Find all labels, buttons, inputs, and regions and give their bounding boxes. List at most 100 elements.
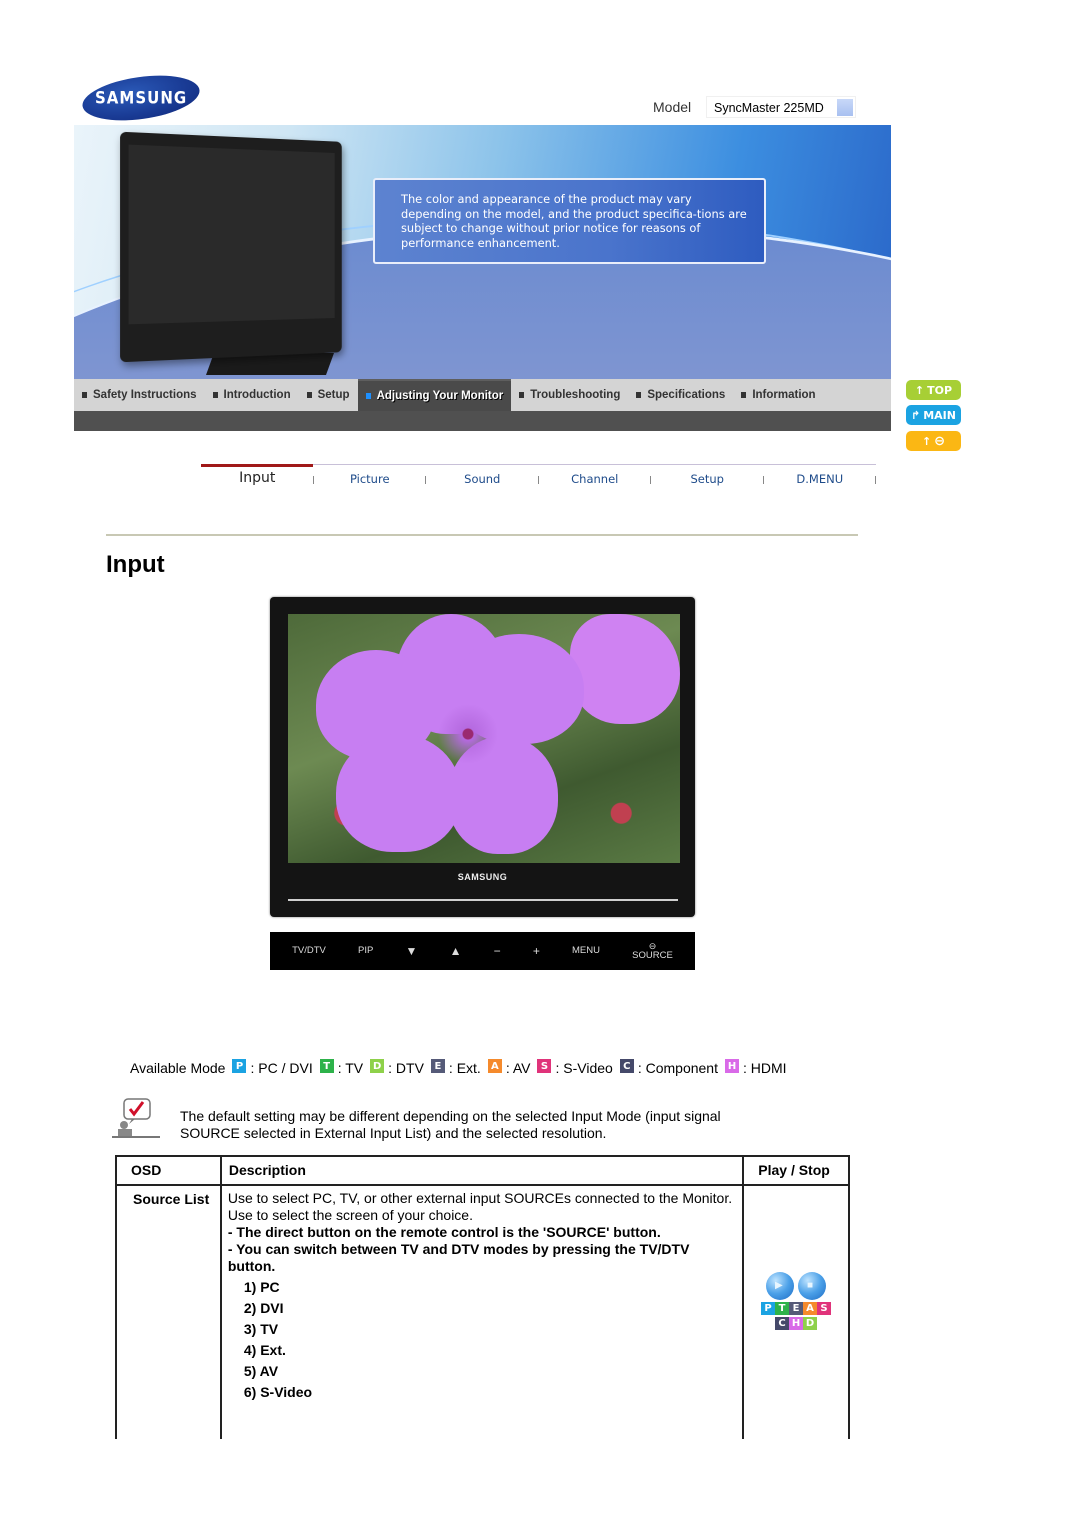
mode-label: : Ext. <box>448 1060 481 1076</box>
mode-label: : TV <box>337 1060 364 1076</box>
nav-item-adjusting-your-monitor[interactable]: Adjusting Your Monitor <box>357 379 512 411</box>
control-tvdtv-button: TV/DTV <box>292 945 326 956</box>
bullet-icon <box>212 392 218 398</box>
description-line: Use to select the screen of your choice. <box>227 1207 473 1223</box>
source-list: 1) PC 2) DVI 3) TV 4) Ext. 5) AV 6) S-Video <box>228 1277 736 1403</box>
source-list-item: 3) TV <box>243 1321 279 1337</box>
note-text: The default setting may be different dep… <box>180 1108 721 1141</box>
mode-s-icon: S <box>817 1302 832 1315</box>
tab-channel[interactable]: Channel <box>539 465 652 494</box>
mode-label: : DTV <box>388 1060 424 1076</box>
mode-t-icon: T <box>775 1302 790 1315</box>
model-swatch-icon <box>837 99 853 116</box>
mode-c-icon: C <box>619 1059 634 1073</box>
nav-item-label: Safety Instructions <box>93 389 197 401</box>
play-button[interactable]: ▶ <box>766 1272 795 1300</box>
source-list-item: 1) PC <box>243 1279 280 1295</box>
table-header-row: OSD Description Play / Stop <box>115 1155 850 1186</box>
product-notice: The color and appearance of the product … <box>373 178 766 264</box>
mode-t-icon: T <box>319 1059 334 1073</box>
stop-icon: ■ <box>807 1280 814 1291</box>
mode-s-icon: S <box>537 1059 552 1073</box>
mode-h-icon: H <box>725 1059 739 1073</box>
osd-name: Source List <box>115 1185 222 1439</box>
nav-item-label: Troubleshooting <box>530 389 621 401</box>
nav-item-safety-instructions[interactable]: Safety Instructions <box>74 379 205 411</box>
available-mode-label: Available Mode <box>130 1060 226 1076</box>
mode-d-icon: D <box>370 1059 385 1073</box>
stop-button[interactable]: ■ <box>798 1272 827 1300</box>
model-value: SyncMaster 225MD <box>706 96 856 118</box>
mode-label: : Component <box>637 1060 718 1076</box>
control-menu-button: MENU <box>572 945 600 956</box>
nav-item-introduction[interactable]: Introduction <box>205 379 299 411</box>
header-play-stop: Play / Stop <box>742 1155 850 1186</box>
table-row: Source List Use to select PC, TV, or oth… <box>115 1185 850 1439</box>
control-plus-button: + <box>532 944 540 958</box>
bullet-icon <box>519 392 525 398</box>
bullet-icon <box>82 392 87 398</box>
mode-a-icon: A <box>803 1302 818 1315</box>
arrow-up-icon: ↑ <box>914 383 925 397</box>
source-list-item: 2) DVI <box>243 1300 284 1316</box>
source-list-item: 4) Ext. <box>243 1342 286 1358</box>
nav-item-specifications[interactable]: Specifications <box>628 379 733 411</box>
mode-e-icon: E <box>789 1302 804 1315</box>
mode-letters-row: PTEAS <box>760 1302 832 1315</box>
mode-letters-row: CHD <box>760 1317 832 1330</box>
mode-label: : S-Video <box>555 1060 613 1076</box>
nav-subbar <box>74 411 891 431</box>
nav-item-information[interactable]: Information <box>733 379 823 411</box>
description-note: - You can switch between TV and DTV mode… <box>227 1241 690 1274</box>
main-nav: Safety Instructions Introduction Setup Adju… <box>74 379 891 411</box>
divider <box>106 534 858 536</box>
nav-item-setup[interactable]: Setup <box>299 379 358 411</box>
mode-p-icon: P <box>761 1302 776 1315</box>
mode-e-icon: E <box>430 1059 445 1073</box>
top-button[interactable]: ↑ TOP <box>906 380 961 400</box>
tab-input[interactable]: Input <box>201 465 314 494</box>
nav-item-label: Specifications <box>647 389 726 401</box>
page-title: Input <box>106 551 165 578</box>
control-up-button: ▲ <box>449 944 462 958</box>
play-stop-controls: ▶ ■ PTEAS CHD <box>760 1272 832 1330</box>
mode-h-icon: H <box>789 1317 804 1330</box>
flower-image <box>288 614 680 863</box>
mode-label: : PC / DVI <box>250 1060 313 1076</box>
nav-item-label: Setup <box>317 389 350 401</box>
nav-item-label: Adjusting Your Monitor <box>376 390 504 402</box>
tab-setup[interactable]: Setup <box>651 465 764 494</box>
monitor-brand: SAMSUNG <box>457 872 508 882</box>
source-list-item: 5) AV <box>243 1363 279 1379</box>
monitor-photo: SAMSUNG <box>270 597 695 917</box>
tab-sound[interactable]: Sound <box>426 465 539 494</box>
back-button[interactable]: ↑ ⊖ <box>906 431 961 451</box>
bullet-icon <box>636 392 642 398</box>
mode-d-icon: D <box>803 1317 818 1330</box>
nav-item-troubleshooting[interactable]: Troubleshooting <box>511 379 628 411</box>
mode-a-icon: A <box>487 1059 502 1073</box>
source-list-item: 6) S-Video <box>243 1384 313 1400</box>
play-icon: ▶ <box>775 1280 783 1291</box>
bullet-icon <box>365 393 371 399</box>
mode-p-icon: P <box>232 1059 247 1073</box>
control-pip-button: PIP <box>358 945 374 956</box>
header-osd: OSD <box>115 1155 222 1186</box>
samsung-logo: SAMSUNG <box>79 68 203 128</box>
tab-picture[interactable]: Picture <box>314 465 427 494</box>
main-button[interactable]: ↱ MAIN <box>906 405 961 425</box>
description-cell: Use to select PC, TV, or other external … <box>219 1185 745 1439</box>
available-modes: Available Mode P: PC / DVI T: TV D: DTV E: … <box>130 1059 787 1076</box>
bullet-icon <box>741 392 747 398</box>
tab-dmenu[interactable]: D.MENU <box>764 465 877 494</box>
sub-tabs: Input Picture Sound Channel Setup D.MENU <box>201 464 876 494</box>
nav-item-label: Information <box>752 389 816 401</box>
arrow-turn-up-icon: ↱ <box>911 408 921 422</box>
mode-label: : AV <box>505 1060 531 1076</box>
mode-label: : HDMI <box>743 1060 787 1076</box>
control-minus-button: − <box>493 944 501 958</box>
nav-item-label: Introduction <box>223 389 291 401</box>
control-source-button: ⊖ SOURCE <box>632 941 673 961</box>
description-line: Use to select PC, TV, or other external … <box>227 1190 733 1206</box>
control-button-bar: TV/DTV PIP ▼ ▲ − + MENU ⊖ SOURCE <box>270 932 695 970</box>
